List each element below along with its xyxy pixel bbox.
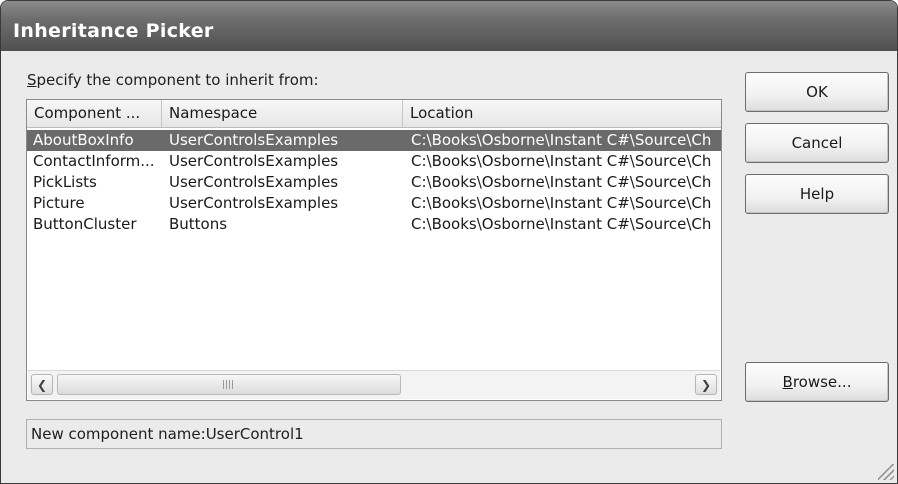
component-list[interactable]: Component ... Namespace Location AboutBo… bbox=[26, 99, 722, 401]
scroll-grip-icon bbox=[223, 380, 235, 389]
cancel-button-label: Cancel bbox=[791, 134, 843, 152]
horizontal-scrollbar[interactable]: ❮ ❯ bbox=[28, 370, 720, 399]
browse-text: rowse... bbox=[792, 373, 852, 391]
cell-component: ContactInform... bbox=[33, 152, 155, 170]
dialog-title: Inheritance Picker bbox=[13, 20, 214, 42]
new-component-name-field: New component name:UserControl1 bbox=[26, 419, 722, 449]
scroll-right-icon[interactable]: ❯ bbox=[695, 374, 717, 395]
cell-namespace: UserControlsExamples bbox=[169, 131, 339, 149]
resize-grip-icon[interactable] bbox=[878, 464, 894, 480]
cell-namespace: UserControlsExamples bbox=[169, 194, 339, 212]
prompt-mnemonic: S bbox=[27, 71, 37, 89]
inheritance-picker-dialog: Inheritance Picker Specify the component… bbox=[0, 0, 898, 484]
list-item[interactable]: PickLists UserControlsExamples C:\Books\Os… bbox=[27, 172, 721, 193]
cell-location: C:\Books\Osborne\Instant C#\Source\Ch bbox=[411, 194, 712, 212]
cell-component: PickLists bbox=[33, 173, 97, 191]
list-item[interactable]: AboutBoxInfo UserControlsExamples C:\Books… bbox=[27, 130, 721, 151]
list-item[interactable]: ContactInform... UserControlsExamples C:\B… bbox=[27, 151, 721, 172]
help-button[interactable]: Help bbox=[745, 174, 889, 214]
cell-location: C:\Books\Osborne\Instant C#\Source\Ch bbox=[411, 173, 712, 191]
cell-component: Picture bbox=[33, 194, 85, 212]
browse-button-label: Browse... bbox=[783, 373, 852, 391]
cell-namespace: UserControlsExamples bbox=[169, 173, 339, 191]
column-header-component[interactable]: Component ... bbox=[27, 100, 162, 127]
column-header-location[interactable]: Location bbox=[403, 100, 721, 127]
prompt-text: pecify the component to inherit from: bbox=[36, 71, 319, 89]
component-prompt-label: Specify the component to inherit from: bbox=[27, 71, 319, 89]
cancel-button[interactable]: Cancel bbox=[745, 123, 889, 163]
list-item[interactable]: Picture UserControlsExamples C:\Books\Osbo… bbox=[27, 193, 721, 214]
cell-namespace: Buttons bbox=[169, 215, 228, 233]
scroll-left-icon[interactable]: ❮ bbox=[31, 374, 53, 395]
column-header-namespace[interactable]: Namespace bbox=[162, 100, 403, 127]
list-item[interactable]: ButtonCluster Buttons C:\Books\Osborne\Ins… bbox=[27, 214, 721, 235]
cell-location: C:\Books\Osborne\Instant C#\Source\Ch bbox=[411, 152, 712, 170]
cell-component: AboutBoxInfo bbox=[33, 131, 134, 149]
list-header: Component ... Namespace Location bbox=[27, 100, 721, 128]
browse-button[interactable]: Browse... bbox=[745, 362, 889, 402]
cell-location: C:\Books\Osborne\Instant C#\Source\Ch bbox=[411, 131, 712, 149]
title-bar[interactable]: Inheritance Picker bbox=[1, 1, 897, 51]
scroll-thumb[interactable] bbox=[57, 374, 401, 395]
cell-location: C:\Books\Osborne\Instant C#\Source\Ch bbox=[411, 215, 712, 233]
list-rows: AboutBoxInfo UserControlsExamples C:\Books… bbox=[27, 130, 721, 235]
ok-button-label: OK bbox=[806, 83, 828, 101]
ok-button[interactable]: OK bbox=[745, 72, 889, 112]
browse-mnemonic: B bbox=[782, 373, 793, 391]
help-button-label: Help bbox=[799, 185, 835, 203]
cell-component: ButtonCluster bbox=[33, 215, 137, 233]
cell-namespace: UserControlsExamples bbox=[169, 152, 339, 170]
